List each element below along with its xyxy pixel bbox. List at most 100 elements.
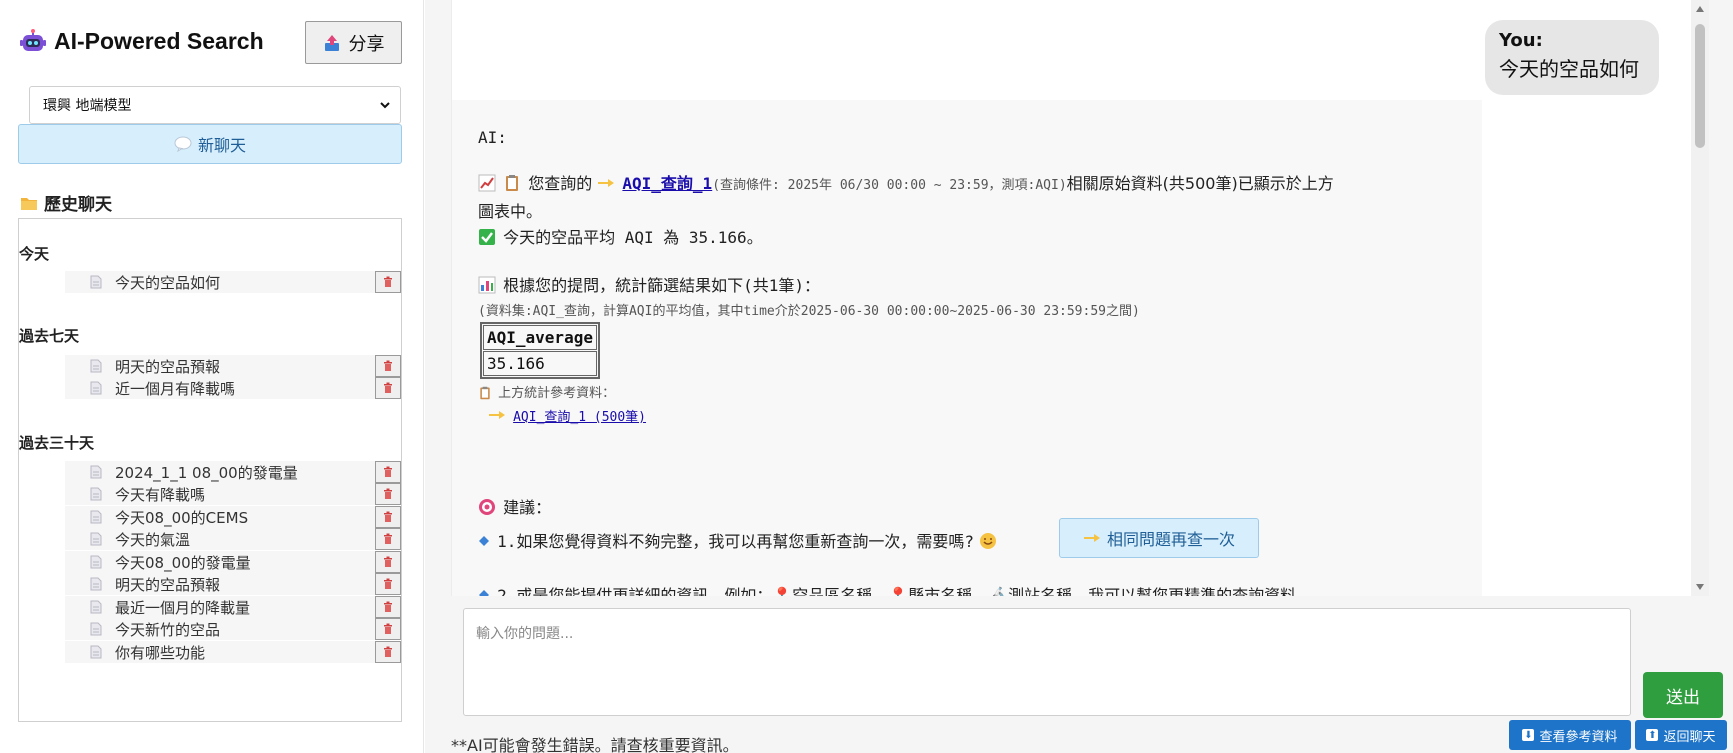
scroll-down-arrow-icon[interactable]	[1695, 582, 1705, 592]
ai-line-stats-title: 根據您的提問，統計篩選結果如下(共1筆)：	[478, 272, 820, 296]
chevron-down-icon	[380, 102, 390, 109]
history-item[interactable]: 明天的空品預報	[65, 355, 401, 377]
suggest-title-line: 建議：	[478, 494, 551, 518]
history-item[interactable]: 明天的空品預報	[65, 573, 401, 595]
back-to-chat-button[interactable]: ⬆ 返回聊天	[1635, 720, 1727, 750]
history-item-label: 今天08_00的發電量	[115, 553, 251, 572]
ai-response: AI: 您查詢的 AQI_查詢_1(查詢條件: 2025年 06/30 00:0…	[452, 100, 1482, 596]
history-item[interactable]: 今天08_00的發電量	[65, 551, 401, 573]
history-item-label: 今天有降載嗎	[115, 485, 206, 504]
history-item[interactable]: 2024_1_1 08_00的發電量	[65, 461, 401, 483]
question-input-placeholder: 輸入你的問題...	[476, 626, 574, 642]
ai-average-text: 今天的空品平均 AQI 為 35.166。	[503, 228, 763, 247]
suggest-title: 建議：	[503, 498, 552, 517]
delete-history-button[interactable]	[375, 641, 401, 663]
document-icon	[90, 465, 102, 479]
delete-history-button[interactable]	[375, 596, 401, 618]
history-item-label: 你有哪些功能	[115, 643, 206, 662]
history-list: 今天 今天的空品如何 過去七天 明天的空品預報 近一個月有降載嗎 過去三十天 2024_1_…	[18, 218, 402, 722]
chat-scrollbar[interactable]	[1691, 0, 1709, 596]
aqi-query-link[interactable]: AQI_查詢_1	[622, 174, 712, 193]
pointing-hand-icon	[598, 179, 615, 187]
history-item[interactable]: 近一個月有降載嗎	[65, 377, 401, 399]
app-root: AI-Powered Search 分享 環興 地端模型 新聊天 歷史聊天 今天…	[0, 0, 1733, 753]
view-references-button[interactable]: ⬇ 查看參考資料	[1509, 720, 1631, 750]
scroll-up-arrow-icon[interactable]	[1695, 4, 1705, 14]
scroll-thumb[interactable]	[1695, 24, 1705, 148]
suggest-1: 1.如果您覺得資料不夠完整，我可以再幫您重新查詢一次，需要嗎?	[497, 532, 974, 551]
history-item[interactable]: 最近一個月的降載量	[65, 596, 401, 618]
ref-title: 上方統計參考資料：	[498, 386, 616, 401]
smiling-face-icon	[980, 533, 997, 549]
new-chat-label: 新聊天	[197, 136, 246, 155]
history-item-label: 明天的空品預報	[115, 575, 221, 594]
trash-icon	[384, 360, 392, 371]
history-item-label: 2024_1_1 08_00的發電量	[115, 463, 298, 482]
history-item[interactable]: 今天的氣溫	[65, 528, 401, 550]
aqi-ref-link[interactable]: AQI_查詢_1 (500筆)	[513, 410, 646, 425]
delete-history-button[interactable]	[375, 528, 401, 550]
share-icon	[324, 34, 339, 51]
trash-icon	[384, 646, 392, 657]
history-item-label: 近一個月有降載嗎	[115, 379, 236, 398]
model-select[interactable]: 環興 地端模型	[29, 86, 401, 124]
document-icon	[90, 577, 102, 591]
history-group-label: 過去七天	[19, 327, 80, 345]
ai-line-query: 您查詢的 AQI_查詢_1(查詢條件: 2025年 06/30 00:00 ~ …	[478, 170, 1334, 194]
document-icon	[90, 510, 102, 524]
check-mark-icon	[479, 229, 495, 245]
chat-area[interactable]: You: 今天的空品如何 AI: 您查詢的 AQI_查詢_1(查詢條件: 202…	[451, 0, 1709, 596]
suggest-2-line: 2.或是您能提供更詳細的資訊，例如：📍空品區名稱、📍縣市名稱、🔬測站名稱，我可以…	[478, 582, 1296, 596]
history-item[interactable]: 你有哪些功能	[65, 641, 401, 663]
new-chat-button[interactable]: 新聊天	[18, 124, 402, 164]
target-icon	[479, 499, 495, 515]
stats-description: (資料集:AQI_查詢，計算AQI的平均值，其中time介於2025-06-30…	[478, 304, 1140, 319]
back-to-chat-label: 返回聊天	[1663, 729, 1716, 745]
share-button[interactable]: 分享	[305, 21, 402, 64]
question-input[interactable]: 輸入你的問題...	[463, 608, 1631, 716]
history-item-label: 今天的氣溫	[115, 530, 191, 549]
ref-link-line: AQI_查詢_1 (500筆)	[488, 406, 646, 425]
brand: AI-Powered Search	[20, 28, 264, 55]
trash-icon	[384, 623, 392, 634]
sidebar: AI-Powered Search 分享 環興 地端模型 新聊天 歷史聊天 今天…	[0, 0, 424, 753]
speech-bubble-icon	[174, 136, 192, 152]
retry-query-button[interactable]: 相同問題再查一次	[1059, 518, 1259, 558]
delete-history-button[interactable]	[375, 377, 401, 399]
view-references-label: 查看參考資料	[1539, 729, 1618, 745]
document-icon	[90, 555, 102, 569]
share-label: 分享	[348, 33, 385, 55]
trash-icon	[384, 556, 392, 567]
delete-history-button[interactable]	[375, 355, 401, 377]
main-panel: You: 今天的空品如何 AI: 您查詢的 AQI_查詢_1(查詢條件: 202…	[425, 0, 1733, 753]
diamond-bullet-icon	[479, 590, 489, 596]
ai-query-suffix: 相關原始資料(共500筆)已顯示於上方	[1066, 174, 1334, 193]
disclaimer: **AI可能會發生錯誤。請查核重要資訊。	[451, 736, 739, 753]
history-group-label: 今天	[19, 245, 50, 263]
history-group-label: 過去三十天	[19, 434, 95, 452]
send-button[interactable]: 送出	[1643, 672, 1723, 718]
delete-history-button[interactable]	[375, 506, 401, 528]
history-item-label: 今天08_00的CEMS	[115, 508, 249, 527]
chart-increasing-icon	[478, 174, 496, 192]
history-item[interactable]: 今天的空品如何	[65, 271, 401, 293]
history-item[interactable]: 今天新竹的空品	[65, 618, 401, 640]
trash-icon	[384, 511, 392, 522]
delete-history-button[interactable]	[375, 483, 401, 505]
history-title: 歷史聊天	[20, 190, 112, 215]
table-header: AQI_average	[483, 325, 597, 350]
history-item-label: 今天新竹的空品	[115, 620, 221, 639]
history-item[interactable]: 今天08_00的CEMS	[65, 506, 401, 528]
delete-history-button[interactable]	[375, 551, 401, 573]
stats-table: AQI_average 35.166	[480, 322, 600, 379]
bar-chart-icon	[478, 276, 496, 294]
history-item[interactable]: 今天有降載嗎	[65, 483, 401, 505]
delete-history-button[interactable]	[375, 573, 401, 595]
download-arrow-icon: ⬇	[1522, 729, 1535, 741]
retry-query-label: 相同問題再查一次	[1106, 530, 1235, 549]
send-label: 送出	[1666, 687, 1700, 708]
delete-history-button[interactable]	[375, 271, 401, 293]
delete-history-button[interactable]	[375, 461, 401, 483]
history-title-label: 歷史聊天	[44, 195, 112, 215]
delete-history-button[interactable]	[375, 618, 401, 640]
